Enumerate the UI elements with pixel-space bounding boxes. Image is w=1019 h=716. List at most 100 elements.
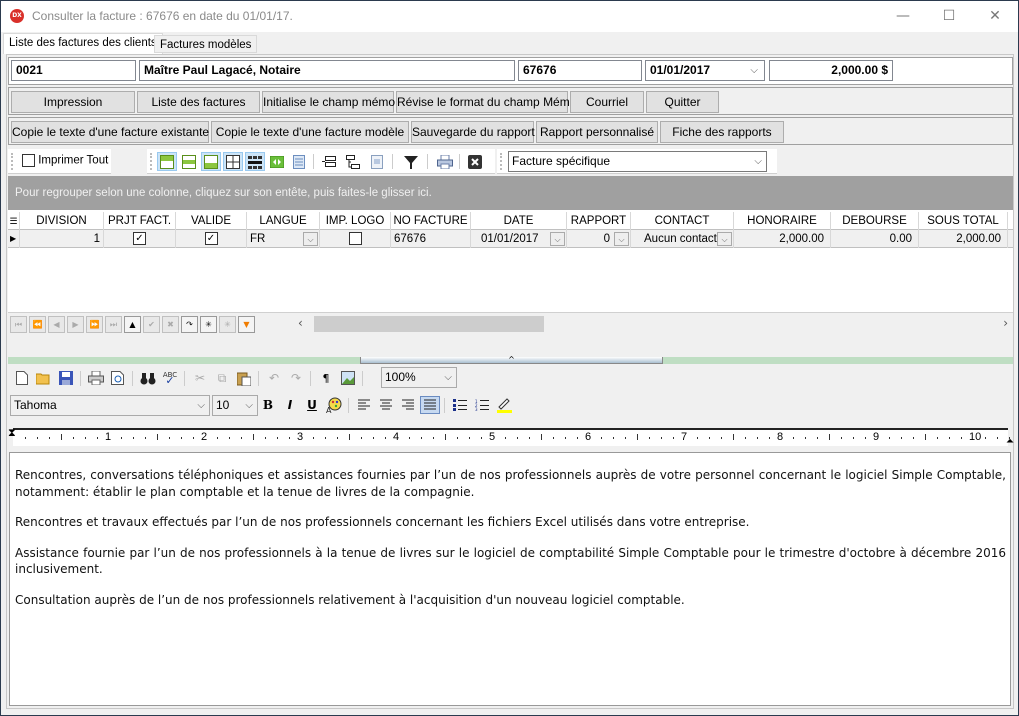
col-debourse[interactable]: DEBOURSE	[831, 212, 919, 230]
bullet-list-icon[interactable]	[450, 396, 470, 414]
bookmark-icon[interactable]: ✳	[200, 316, 217, 333]
col-prjt-fact[interactable]: PRJT FACT.	[104, 212, 176, 230]
cancel-edit-icon[interactable]: ✖	[162, 316, 179, 333]
chevron-down-icon[interactable]: ⌵	[750, 61, 758, 80]
align-right-icon[interactable]	[398, 396, 418, 414]
underline-icon[interactable]: U	[302, 396, 322, 414]
splitter[interactable]: ^	[8, 356, 1013, 364]
layout-header-icon[interactable]	[157, 152, 177, 171]
numbered-list-icon[interactable]: 123	[472, 396, 492, 414]
layout-middle-icon[interactable]	[179, 152, 199, 171]
horizontal-scrollbar[interactable]: ‹ ›	[298, 315, 1010, 333]
prev-record-icon[interactable]: ◀	[48, 316, 65, 333]
revise-memo-format-button[interactable]: Révise le format du champ Mémo	[396, 91, 576, 113]
checkbox-checked[interactable]: ✓	[204, 232, 218, 246]
post-edit-icon[interactable]: ✔	[143, 316, 160, 333]
column-fit-icon[interactable]	[267, 152, 287, 171]
font-color-icon[interactable]: A	[324, 396, 344, 414]
print-icon[interactable]	[435, 152, 455, 171]
left-indent-marker-icon[interactable]: ⧗	[8, 426, 16, 440]
close-button[interactable]: ✕	[972, 1, 1018, 32]
group-by-area[interactable]: Pour regrouper selon une colonne, clique…	[8, 176, 1013, 210]
memo-editor[interactable]: Rencontres, conversations téléphoniques …	[9, 452, 1011, 706]
cell-contact[interactable]: Aucun contact ⌵	[631, 230, 734, 248]
cell-no-facture[interactable]: 67676	[391, 230, 471, 248]
ruler[interactable]: ⧗ ⏶ 1 2 3 4 5 6 7 8 9 10	[8, 422, 1014, 450]
scroll-left-icon[interactable]: ‹	[298, 316, 303, 330]
scroll-thumb[interactable]	[314, 316, 544, 332]
cell-valide[interactable]: ✓	[176, 230, 247, 248]
email-button[interactable]: Courriel	[570, 91, 644, 113]
chevron-down-icon[interactable]: ⌵	[717, 232, 732, 246]
goto-bookmark-icon[interactable]: ✳	[219, 316, 236, 333]
next-page-icon[interactable]: ⏩	[86, 316, 103, 333]
new-document-icon[interactable]	[12, 369, 32, 387]
insert-record-icon[interactable]: ▲	[124, 316, 141, 333]
next-record-icon[interactable]: ▶	[67, 316, 84, 333]
layout-footer-icon[interactable]	[201, 152, 221, 171]
cell-debourse[interactable]: 0.00	[831, 230, 919, 248]
print-icon[interactable]	[86, 369, 106, 387]
italic-icon[interactable]: I	[280, 396, 300, 414]
prev-page-icon[interactable]: ⏪	[29, 316, 46, 333]
column-chooser-icon[interactable]: ☰	[8, 212, 20, 230]
font-family-select[interactable]: Tahoma ⌵	[10, 395, 210, 416]
undo-icon[interactable]: ↶	[264, 369, 284, 387]
cell-langue[interactable]: FR ⌵	[247, 230, 320, 248]
table-row[interactable]: ▶ 1 ✓ ✓ FR ⌵ 67676 01/01/2017 ⌵ 0 ⌵ Aucun c…	[8, 230, 1013, 248]
report-select[interactable]: Facture spécifique ⌵	[508, 151, 767, 172]
font-size-select[interactable]: 10 ⌵	[212, 395, 258, 416]
report-sheet-button[interactable]: Fiche des rapports	[660, 121, 784, 143]
bold-icon[interactable]: B	[258, 396, 278, 414]
chevron-down-icon[interactable]: ⌵	[303, 232, 318, 246]
grid-dense-icon[interactable]	[245, 152, 265, 171]
init-memo-button[interactable]: Initialise le champ mémo	[262, 91, 395, 113]
save-report-button[interactable]: Sauvegarde du rapport	[411, 121, 535, 143]
chevron-down-icon[interactable]: ⌵	[614, 232, 629, 246]
align-center-icon[interactable]	[376, 396, 396, 414]
last-record-icon[interactable]: ⏭	[105, 316, 122, 333]
paste-icon[interactable]	[234, 369, 254, 387]
cell-sous-total[interactable]: 2,000.00	[919, 230, 1008, 248]
filter-icon[interactable]: ▼	[238, 316, 255, 333]
align-left-icon[interactable]	[354, 396, 374, 414]
cell-imp-logo[interactable]	[320, 230, 391, 248]
cell-date[interactable]: 01/01/2017 ⌵	[471, 230, 567, 248]
invoice-date-picker[interactable]: 01/01/2017 ⌵	[645, 60, 765, 81]
save-icon[interactable]	[56, 369, 76, 387]
spell-check-icon[interactable]: ABC ✓	[160, 369, 180, 387]
client-code-field[interactable]: 0021	[11, 60, 136, 81]
custom-report-button[interactable]: Rapport personnalisé	[536, 121, 658, 143]
copy-existing-invoice-button[interactable]: Copie le texte d'une facture existante	[11, 121, 209, 143]
invoice-list-button[interactable]: Liste des factures	[137, 91, 260, 113]
checkbox-unchecked[interactable]	[348, 232, 362, 246]
print-preview-icon[interactable]	[108, 369, 128, 387]
checkbox-box[interactable]	[22, 154, 35, 167]
cut-icon[interactable]: ✂	[190, 369, 210, 387]
tab-template-invoices[interactable]: Factures modèles	[154, 35, 258, 53]
toolbar-grip[interactable]	[500, 153, 503, 170]
print-all-checkbox[interactable]: Imprimer Tout	[22, 154, 108, 167]
zoom-select[interactable]: 100% ⌵	[381, 367, 457, 388]
scroll-right-icon[interactable]: ›	[1003, 316, 1008, 330]
highlight-icon[interactable]	[494, 396, 514, 414]
grid-lines-icon[interactable]	[223, 152, 243, 171]
right-indent-marker-icon[interactable]: ⏶	[1006, 436, 1014, 447]
print-button[interactable]: Impression	[11, 91, 135, 113]
col-honoraire[interactable]: HONORAIRE	[734, 212, 831, 230]
tab-client-invoices[interactable]: Liste des factures des clients	[3, 33, 163, 54]
cell-division[interactable]: 1	[20, 230, 104, 248]
tree-icon[interactable]	[343, 152, 363, 171]
insert-picture-icon[interactable]	[338, 369, 358, 387]
col-contact[interactable]: CONTACT	[631, 212, 734, 230]
first-record-icon[interactable]: ⏮	[10, 316, 27, 333]
col-langue[interactable]: LANGUE	[247, 212, 320, 230]
col-date[interactable]: DATE	[471, 212, 567, 230]
rows-icon[interactable]	[289, 152, 309, 171]
maximize-button[interactable]: ☐	[926, 1, 972, 32]
toolbar-grip[interactable]	[11, 153, 14, 170]
cell-rapport[interactable]: 0 ⌵	[567, 230, 631, 248]
col-rapport[interactable]: RAPPORT	[567, 212, 631, 230]
col-sous-total[interactable]: SOUS TOTAL	[919, 212, 1008, 230]
col-division[interactable]: DIVISION	[20, 212, 104, 230]
